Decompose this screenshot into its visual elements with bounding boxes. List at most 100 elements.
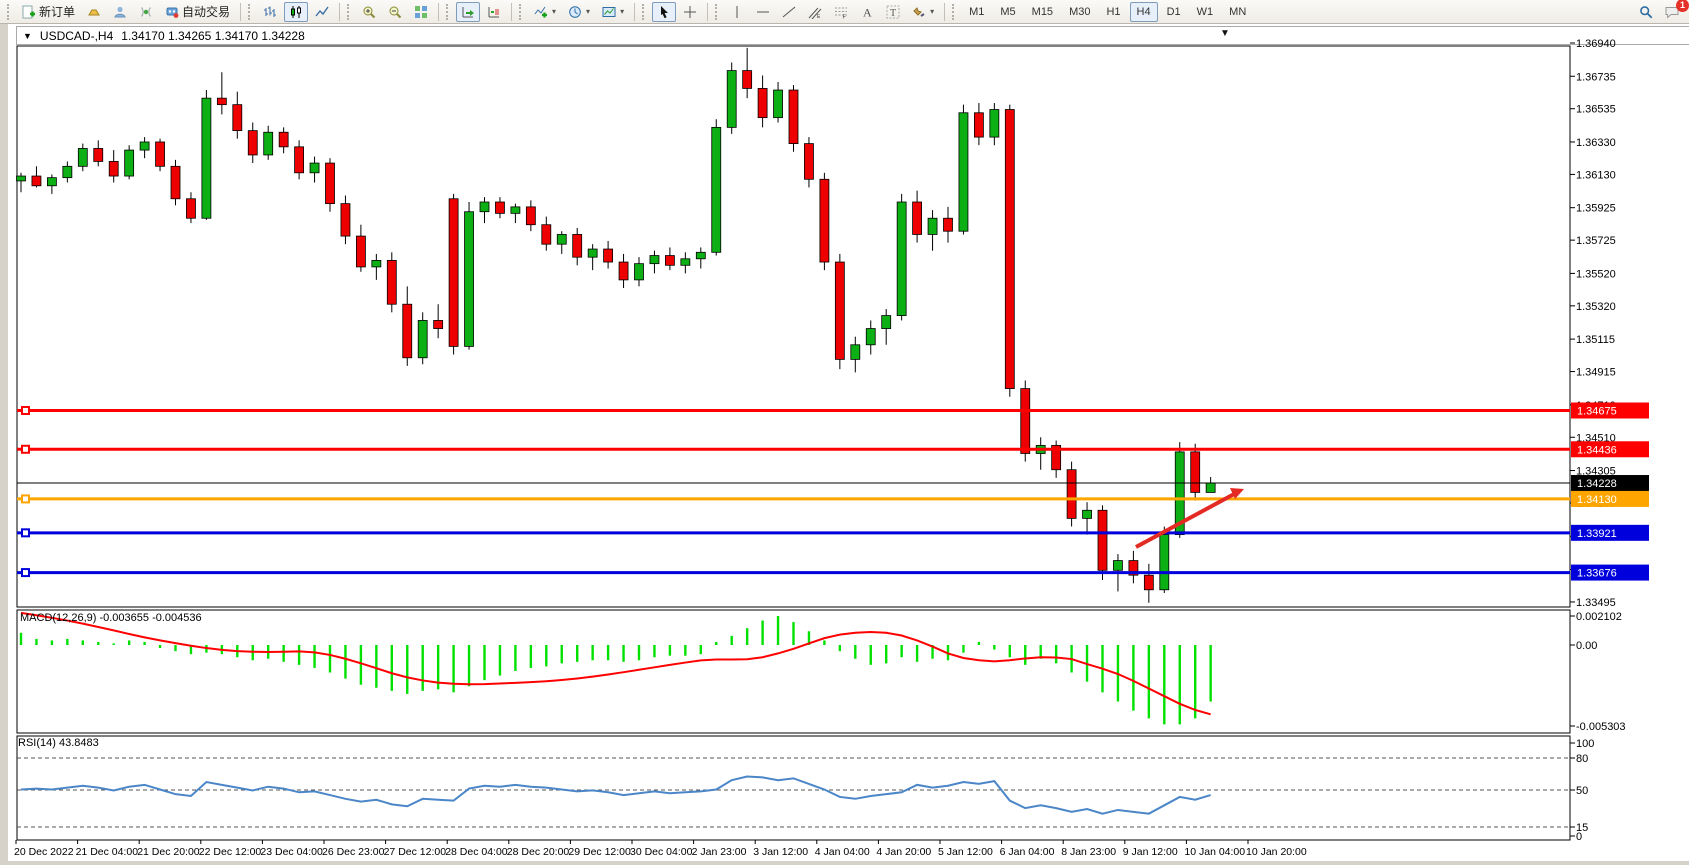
candle-body — [974, 113, 983, 137]
template-button[interactable]: ▾ — [597, 2, 629, 22]
shift-icon — [487, 5, 501, 19]
candle-body — [495, 202, 504, 213]
text-button[interactable]: A — [855, 2, 879, 22]
chart-window[interactable]: ▼ USDCAD-,H4 1.34170 1.34265 1.34170 1.3… — [0, 24, 1689, 865]
line-anchor-marker[interactable] — [22, 495, 29, 502]
toolbar-drag-handle[interactable] — [642, 4, 648, 20]
channel-icon: E — [808, 5, 822, 19]
candle-body — [279, 132, 288, 147]
toolbar-drag-handle[interactable] — [446, 4, 452, 20]
date-label: 3 Jan 12:00 — [753, 846, 808, 858]
candle-body — [434, 320, 443, 328]
timeframe-d1[interactable]: D1 — [1160, 2, 1188, 22]
button-label: 新订单 — [39, 3, 75, 20]
candle-body — [804, 144, 813, 180]
periods-button[interactable]: ▾ — [563, 2, 595, 22]
price-chip-label: 1.33676 — [1577, 568, 1617, 580]
line-chart-button[interactable] — [310, 2, 334, 22]
tile-windows-button[interactable] — [409, 2, 433, 22]
user-chart-icon[interactable] — [108, 2, 132, 22]
mt4-terminal: { "toolbar": { "groups": [ {"buttons":[ … — [0, 0, 1689, 865]
chevron-down-icon[interactable]: ▾ — [930, 7, 934, 16]
timeframe-w1[interactable]: W1 — [1190, 2, 1221, 22]
button-label: 自动交易 — [182, 3, 230, 20]
timeframe-m5[interactable]: M5 — [993, 2, 1022, 22]
crosshair-button[interactable] — [678, 2, 702, 22]
toolbar-drag-handle[interactable] — [952, 4, 958, 20]
candle-body — [743, 71, 752, 89]
timeframe-m1[interactable]: M1 — [962, 2, 991, 22]
date-label: 21 Dec 04:00 — [76, 846, 139, 858]
horizontal-line-button[interactable] — [751, 2, 775, 22]
indplus-icon — [534, 5, 548, 19]
autotrading-button[interactable]: 自动交易 — [160, 2, 235, 22]
add-indicator-button[interactable]: ▾ — [529, 2, 561, 22]
chevron-down-icon[interactable]: ▾ — [620, 7, 624, 16]
trendline-button[interactable] — [777, 2, 801, 22]
cursor-button[interactable] — [652, 2, 676, 22]
candle-body — [1113, 561, 1122, 571]
date-label: 26 Dec 23:00 — [322, 846, 385, 858]
vertical-line-button[interactable] — [725, 2, 749, 22]
line-anchor-marker[interactable] — [22, 407, 29, 414]
toolbar-group — [651, 0, 703, 24]
fibonacci-button[interactable]: F — [829, 2, 853, 22]
candle-body — [418, 320, 427, 357]
bar-chart-button[interactable] — [258, 2, 282, 22]
gold-bar-icon[interactable] — [82, 2, 106, 22]
chat-button[interactable]: 1 — [1660, 2, 1684, 22]
toolbar-drag-handle[interactable] — [248, 4, 254, 20]
toolbar-right-group: 1 — [1633, 2, 1685, 22]
zoom-out-button[interactable] — [383, 2, 407, 22]
candle-body — [557, 234, 566, 244]
signal-icon[interactable] — [134, 2, 158, 22]
user-icon — [113, 5, 127, 19]
price-tick-label: 1.34915 — [1576, 367, 1616, 379]
line-anchor-marker[interactable] — [22, 529, 29, 536]
candle-body — [944, 218, 953, 231]
zoom-in-button[interactable] — [357, 2, 381, 22]
arrows-button[interactable]: ▾ — [907, 2, 939, 22]
toolbar-drag-handle[interactable] — [347, 4, 353, 20]
macd-tick-label: -0.005303 — [1576, 721, 1626, 733]
candle-body — [1021, 389, 1030, 454]
toolbar-separator — [240, 3, 241, 21]
text-label-button[interactable]: T — [881, 2, 905, 22]
chevron-down-icon[interactable]: ▾ — [586, 7, 590, 16]
rsi-pane[interactable] — [17, 736, 1570, 840]
candle-body — [449, 199, 458, 347]
search-button[interactable] — [1634, 2, 1658, 22]
candle-body — [712, 127, 721, 252]
line-anchor-marker[interactable] — [22, 569, 29, 576]
line-anchor-marker[interactable] — [22, 446, 29, 453]
timeframe-mn[interactable]: MN — [1222, 2, 1253, 22]
candle-body — [789, 90, 798, 144]
cursor-icon — [657, 5, 671, 19]
timeframe-h4[interactable]: H4 — [1130, 2, 1158, 22]
timeframe-m15[interactable]: M15 — [1025, 2, 1060, 22]
price-tick-label: 1.35115 — [1576, 334, 1615, 346]
timeframe-h1[interactable]: H1 — [1099, 2, 1127, 22]
toolbar-group: 新订单 自动交易 — [16, 0, 236, 24]
date-label: 8 Jan 23:00 — [1061, 846, 1116, 858]
price-chart[interactable]: 1.369401.367351.365351.363301.361301.359… — [8, 24, 1689, 865]
new-order-button[interactable]: 新订单 — [17, 2, 80, 22]
price-tick-label: 1.36940 — [1576, 38, 1616, 50]
candle-body — [635, 264, 644, 280]
signal-icon — [139, 5, 153, 19]
auto-scroll-button[interactable] — [456, 2, 480, 22]
candle-body — [959, 113, 968, 231]
chart-shift-button[interactable] — [482, 2, 506, 22]
toolbar-drag-handle[interactable] — [7, 4, 13, 20]
price-tick-label: 1.35320 — [1576, 301, 1616, 313]
chevron-down-icon[interactable]: ▾ — [552, 7, 556, 16]
toolbar-drag-handle[interactable] — [715, 4, 721, 20]
candle-body — [295, 147, 304, 173]
candle-body — [851, 345, 860, 360]
rsi-tick-label: 100 — [1576, 738, 1594, 750]
toolbar-drag-handle[interactable] — [519, 4, 525, 20]
candle-body — [1160, 535, 1169, 590]
candlestick-button[interactable] — [284, 2, 308, 22]
channel-button[interactable]: E — [803, 2, 827, 22]
timeframe-m30[interactable]: M30 — [1062, 2, 1097, 22]
